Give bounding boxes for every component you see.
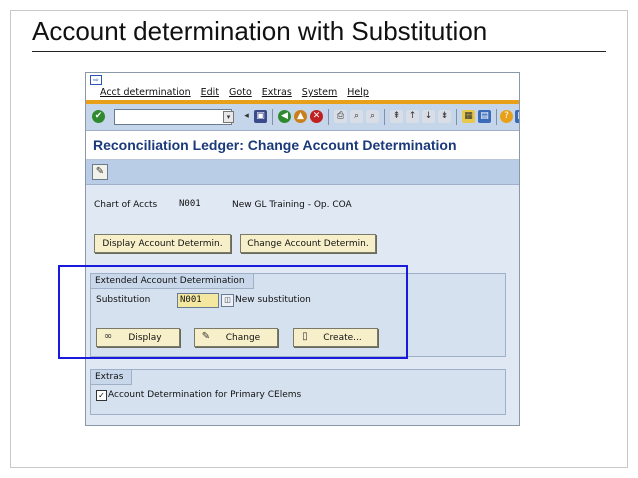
slide-title: Account determination with Substitution — [32, 16, 488, 46]
exit-icon[interactable]: ▲ — [294, 110, 307, 123]
first-page-icon[interactable]: ⇞ — [390, 110, 403, 123]
primary-celems-label: Account Determination for Primary CElems — [108, 390, 302, 400]
application-toolbar: ✎ — [86, 160, 519, 185]
prev-page-icon[interactable]: ↑ — [406, 110, 419, 123]
save-icon[interactable]: ▣ — [254, 110, 267, 123]
command-dropdown-icon[interactable]: ▾ — [223, 111, 234, 123]
chart-of-accounts-value: N001 — [179, 199, 201, 209]
last-page-icon[interactable]: ⇟ — [438, 110, 451, 123]
next-page-icon[interactable]: ↓ — [422, 110, 435, 123]
separator — [496, 109, 497, 125]
standard-toolbar: ✔ ▾ ◂ ▣ ◀ ▲ ✕ ⎙ ⌕ ⌕ ⇞ ↑ ↓ ⇟ ▦ ▤ ? ▩ — [86, 104, 519, 131]
title-bar: Reconciliation Ledger: Change Account De… — [86, 131, 519, 160]
cancel-icon[interactable]: ✕ — [310, 110, 323, 123]
menu-icon[interactable]: ⇨ — [90, 75, 102, 85]
command-field[interactable] — [114, 109, 232, 125]
menu-bar: ⇨ Acct determination Edit Goto Extras Sy… — [86, 73, 519, 100]
chart-of-accounts-description: New GL Training - Op. COA — [232, 200, 352, 210]
title-divider — [32, 51, 606, 52]
back-icon[interactable]: ◀ — [278, 110, 291, 123]
extras-group: Extras ✓ Account Determination for Prima… — [90, 369, 506, 415]
find-next-icon[interactable]: ⌕ — [366, 110, 379, 123]
layout-menu-icon[interactable]: ▩ — [515, 110, 519, 123]
separator — [384, 109, 385, 125]
menu-goto[interactable]: Goto — [229, 87, 252, 98]
extras-group-title: Extras — [91, 370, 133, 385]
edit-pencil-icon[interactable]: ✎ — [92, 164, 108, 180]
help-icon[interactable]: ? — [500, 110, 513, 123]
enter-icon[interactable]: ✔ — [92, 110, 105, 123]
sap-window: ⇨ Acct determination Edit Goto Extras Sy… — [85, 72, 520, 426]
new-session-icon[interactable]: ▦ — [462, 110, 475, 123]
menu-edit[interactable]: Edit — [201, 87, 219, 98]
separator — [456, 109, 457, 125]
print-icon[interactable]: ⎙ — [334, 110, 347, 123]
menu-help[interactable]: Help — [347, 87, 369, 98]
primary-celems-checkbox[interactable]: ✓ — [96, 390, 107, 401]
find-icon[interactable]: ⌕ — [350, 110, 363, 123]
menu-extras[interactable]: Extras — [262, 87, 292, 98]
change-account-determination-button[interactable]: Change Account Determin. — [240, 234, 376, 253]
separator — [272, 109, 273, 125]
screen-title: Reconciliation Ledger: Change Account De… — [93, 137, 457, 153]
menu-system[interactable]: System — [302, 87, 337, 98]
chart-of-accounts-label: Chart of Accts — [94, 200, 158, 210]
shortcut-icon[interactable]: ▤ — [478, 110, 491, 123]
separator — [328, 109, 329, 125]
highlight-annotation-box — [58, 265, 408, 359]
display-account-determination-button[interactable]: Display Account Determin. — [94, 234, 231, 253]
back-arrow-icon[interactable]: ◂ — [240, 110, 253, 123]
menu-acct-determination[interactable]: Acct determination — [100, 87, 191, 98]
